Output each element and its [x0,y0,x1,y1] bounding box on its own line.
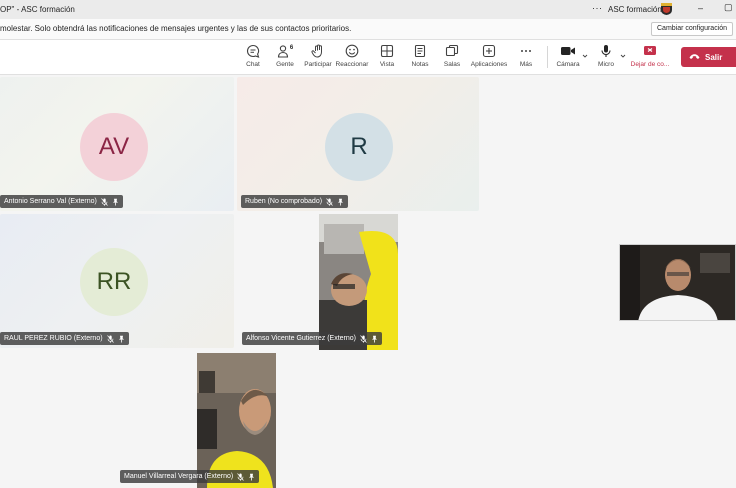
more-options-icon[interactable]: ··· [592,3,603,13]
more-button[interactable]: Más [506,43,546,68]
more-label: Más [519,61,533,68]
meeting-toolbar: Chat 6 Gente Participar Reaccionar Vista… [0,40,736,75]
pin-icon[interactable] [248,473,255,481]
pin-icon[interactable] [371,335,378,343]
pin-icon[interactable] [118,335,125,343]
add-apps-icon [481,43,497,59]
notification-banner: molestar. Solo obtendrá las notificacion… [0,19,736,40]
participant-name-tag: Alfonso Vicente Gutierrez (Externo) [242,332,382,345]
minimize-icon[interactable]: – [698,3,703,13]
notes-icon [412,43,428,59]
apps-button[interactable]: Aplicaciones [469,43,509,68]
pin-icon[interactable] [337,198,344,206]
chat-icon [245,43,261,59]
people-count: 6 [289,45,294,51]
self-video-frame [620,245,735,320]
self-view-tile[interactable] [619,244,736,321]
chat-label: Chat [246,61,260,68]
hand-icon [310,43,326,59]
participant-video-frame [197,353,276,488]
avatar: AV [80,113,148,181]
participant-name: Antonio Serrano Val (Externo) [4,198,97,205]
stop-sharing-label: Dejar de co... [630,61,670,68]
grid-view-icon [379,43,395,59]
raise-hand-label: Participar [304,61,332,68]
participant-video-frame [319,214,398,350]
participant-name: Alfonso Vicente Gutierrez (Externo) [246,335,356,342]
rooms-button[interactable]: Salas [432,43,472,68]
people-label: Gente [276,61,294,68]
smiley-icon [344,43,360,59]
phone-hangup-icon [689,53,700,62]
org-name[interactable]: ASC formación [608,5,662,14]
stop-share-icon [642,43,658,59]
participant-tile[interactable]: R Ruben (No comprobado) [237,77,479,211]
participant-name: Ruben (No comprobado) [245,198,323,205]
change-settings-button[interactable]: Cambiar configuración [651,22,734,36]
participant-name-tag: Ruben (No comprobado) [241,195,349,208]
avatar: R [325,113,393,181]
rooms-label: Salas [443,61,461,68]
org-logo[interactable] [660,2,673,16]
participant-name: Manuel Villarreal Vergara (Externo) [124,473,234,480]
camera-label: Cámara [556,61,580,68]
maximize-icon[interactable]: ▢ [724,2,733,13]
participant-video-tile[interactable] [319,214,398,350]
view-label: Vista [379,61,395,68]
react-button[interactable]: Reaccionar [332,43,372,68]
participant-name: RAUL PEREZ RUBIO (Externo) [4,335,103,342]
mic-label: Micro [598,61,614,68]
avatar: RR [80,248,148,316]
rooms-icon [444,43,460,59]
participant-tile[interactable]: AV Antonio Serrano Val (Externo) [0,77,234,211]
participant-video-tile[interactable] [197,353,276,488]
react-label: Reaccionar [335,61,369,68]
people-icon: 6 [274,43,296,59]
stop-sharing-button[interactable]: Dejar de co... [630,43,670,68]
more-icon [518,43,534,59]
title-bar: OP" - ASC formación ··· ASC formación – … [0,0,736,19]
microphone-icon [598,43,614,59]
banner-message: molestar. Solo obtendrá las notificacion… [0,24,352,33]
participant-stage: AV Antonio Serrano Val (Externo) R Ruben… [0,75,736,488]
pin-icon[interactable] [112,198,119,206]
mic-muted-icon [360,334,367,343]
mic-muted-icon [106,334,114,343]
mic-options-chevron-icon[interactable] [620,53,626,59]
mic-muted-icon [237,472,244,481]
participant-name-tag: RAUL PEREZ RUBIO (Externo) [0,332,129,345]
notes-label: Notas [411,61,429,68]
participant-tile[interactable]: RR RAUL PEREZ RUBIO (Externo) [0,214,234,348]
apps-label: Aplicaciones [470,61,508,68]
camera-icon [560,43,576,59]
leave-label: Salir [705,52,723,62]
mic-muted-icon [101,197,108,206]
participant-name-tag: Antonio Serrano Val (Externo) [0,195,123,208]
leave-button[interactable]: Salir [681,47,736,67]
participant-name-tag: Manuel Villarreal Vergara (Externo) [120,470,260,483]
mic-muted-icon [326,197,333,206]
window-title: OP" - ASC formación [0,5,75,14]
